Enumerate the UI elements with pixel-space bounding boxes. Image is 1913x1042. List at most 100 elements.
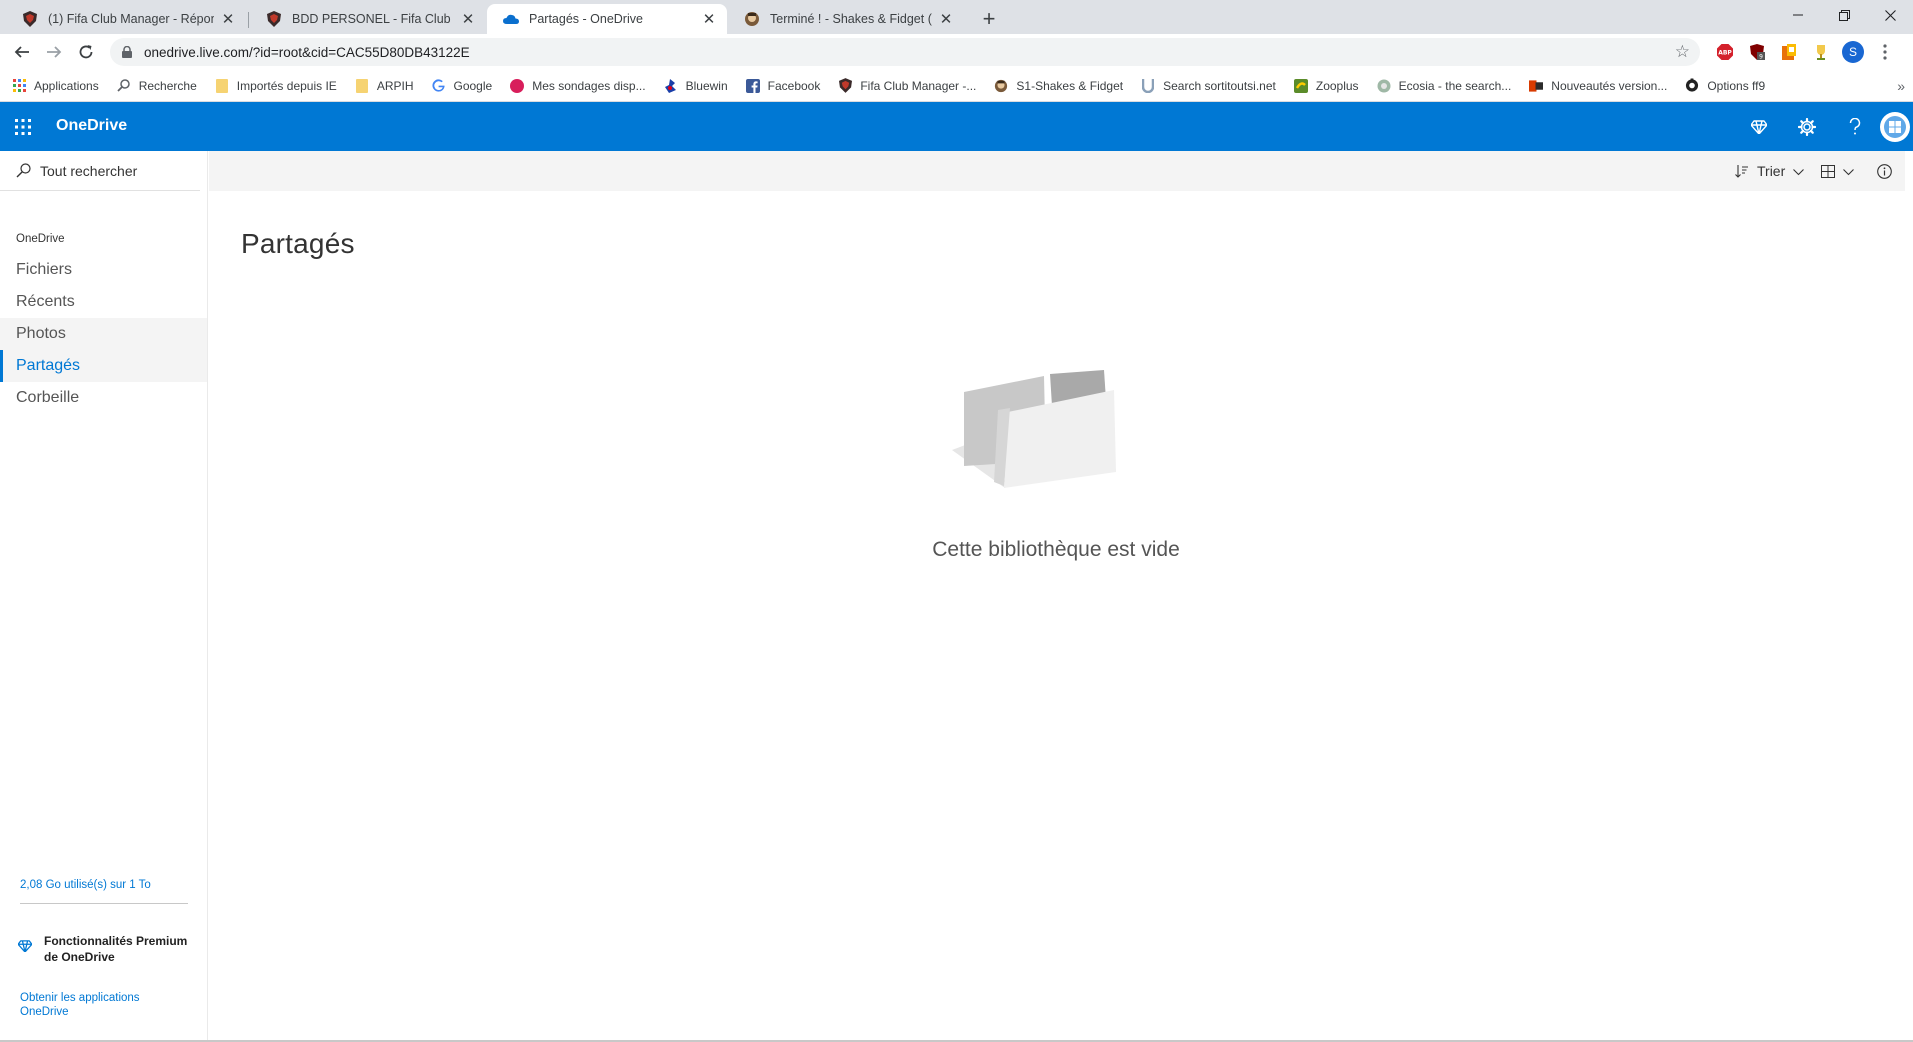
browser-menu-icon[interactable] — [1872, 39, 1898, 65]
tab-title: Partagés - OneDrive — [529, 12, 643, 26]
app-launcher-icon[interactable] — [0, 102, 46, 151]
new-tab-button[interactable]: + — [976, 6, 1002, 32]
bookmark-facebook[interactable]: Facebook — [745, 78, 821, 93]
bookmark-recherche[interactable]: Recherche — [117, 79, 197, 93]
sort-button[interactable]: Trier — [1735, 151, 1805, 191]
restore-window-button[interactable] — [1821, 0, 1867, 30]
svg-text:9: 9 — [1759, 54, 1763, 61]
close-tab-icon[interactable]: ✕ — [460, 11, 476, 28]
scrollbar-track[interactable] — [1905, 191, 1913, 1042]
adblock-icon[interactable]: ABP — [1712, 39, 1738, 65]
nav-item-partages[interactable]: Partagés — [0, 350, 207, 382]
bookmark-applications[interactable]: Applications — [12, 79, 99, 93]
bookmark-label: Applications — [34, 78, 99, 93]
survey-icon — [510, 78, 525, 93]
bookmark-sortitoutsi[interactable]: Search sortitoutsi.net — [1141, 78, 1276, 93]
bookmark-importes-ie[interactable]: Importés depuis IE — [215, 78, 337, 93]
nav-item-recents[interactable]: Récents — [0, 286, 207, 318]
search-icon — [16, 163, 32, 179]
premium-features-link[interactable]: Fonctionnalités Premium de OneDrive — [17, 933, 194, 965]
help-icon[interactable] — [1831, 102, 1879, 151]
account-avatar[interactable] — [1879, 102, 1913, 151]
bookmark-sondages[interactable]: Mes sondages disp... — [510, 78, 646, 93]
fcm-shield-icon — [22, 11, 38, 27]
google-icon — [432, 79, 446, 93]
nav-group-label: OneDrive — [16, 233, 65, 245]
apps-grid-icon — [12, 79, 26, 93]
shakes-fidget-icon — [994, 79, 1008, 93]
tab-title: Terminé ! - Shakes & Fidget (3.04 — [770, 12, 932, 26]
onedrive-brand[interactable]: OneDrive — [56, 117, 127, 135]
view-options-button[interactable] — [1821, 151, 1854, 191]
bookmark-ecosia[interactable]: Ecosia - the search... — [1377, 78, 1512, 93]
close-tab-icon[interactable]: ✕ — [220, 11, 236, 28]
nav-item-fichiers[interactable]: Fichiers — [0, 254, 207, 286]
bookmark-label: Search sortitoutsi.net — [1163, 78, 1276, 93]
bookmark-star-icon[interactable]: ☆ — [1675, 42, 1690, 62]
minimize-window-button[interactable] — [1775, 0, 1821, 30]
bookmark-label: Nouveautés version... — [1551, 78, 1668, 93]
header-actions — [1735, 102, 1913, 151]
profile-avatar[interactable]: S — [1840, 39, 1866, 65]
back-button[interactable] — [8, 38, 36, 66]
bookmark-label: Ecosia - the search... — [1398, 78, 1512, 93]
info-pane-button[interactable] — [1877, 151, 1892, 191]
folder-icon — [355, 78, 369, 93]
close-window-button[interactable] — [1867, 0, 1913, 30]
nav-item-photos[interactable]: Photos — [0, 318, 207, 350]
close-tab-icon[interactable]: ✕ — [701, 11, 717, 28]
browser-tab-shakes-fidget[interactable]: Terminé ! - Shakes & Fidget (3.04 ✕ — [728, 4, 964, 34]
bookmark-label: Mes sondages disp... — [532, 78, 646, 93]
bookmark-zooplus[interactable]: Zooplus — [1293, 78, 1359, 93]
nav-item-corbeille[interactable]: Corbeille — [0, 382, 207, 414]
premium-text: Fonctionnalités Premium de OneDrive — [44, 934, 188, 964]
svg-text:ABP: ABP — [1718, 50, 1732, 57]
bookmarks-bar: Applications Recherche Importés depuis I… — [0, 70, 1913, 102]
shakes-fidget-icon — [744, 11, 760, 27]
storage-quota-link[interactable]: 2,08 Go utilisé(s) sur 1 To — [20, 879, 188, 904]
bookmark-label: Bluewin — [685, 78, 728, 93]
address-bar[interactable]: onedrive.live.com/?id=root&cid=CAC55D80D… — [110, 38, 1700, 66]
premium-diamond-icon — [17, 939, 34, 955]
browser-tab-bdd-personel[interactable]: BDD PERSONEL - Fifa Club Mana ✕ — [250, 4, 486, 34]
settings-gear-icon[interactable] — [1783, 102, 1831, 151]
bookmark-shakes-fidget[interactable]: S1-Shakes & Fidget — [994, 79, 1123, 93]
bookmark-label: Fifa Club Manager -... — [860, 78, 977, 93]
office-icon — [1529, 79, 1544, 93]
bookmark-label: Google — [453, 78, 493, 93]
bookmark-fifa-club-manager[interactable]: Fifa Club Manager -... — [838, 78, 977, 93]
info-icon — [1877, 163, 1892, 179]
get-apps-link[interactable]: Obtenir les applications OneDrive — [20, 991, 170, 1019]
bookmark-google[interactable]: Google — [432, 78, 493, 93]
url-text: onedrive.live.com/?id=root&cid=CAC55D80D… — [144, 44, 470, 60]
bookmark-bluewin[interactable]: Bluewin — [664, 78, 728, 93]
search-placeholder: Tout rechercher — [40, 162, 138, 179]
extension-icon[interactable] — [1776, 39, 1802, 65]
bookmark-nouveautes[interactable]: Nouveautés version... — [1529, 79, 1667, 93]
onedrive-cloud-icon — [503, 11, 519, 27]
reload-button[interactable] — [72, 38, 100, 66]
bookmark-label: Recherche — [138, 78, 197, 93]
bookmark-arpih[interactable]: ARPIH — [355, 78, 414, 93]
bookmark-label: S1-Shakes & Fidget — [1016, 78, 1124, 93]
folder-icon — [215, 78, 229, 93]
tab-title: (1) Fifa Club Manager - Répondre — [48, 12, 214, 26]
grid-view-icon — [1821, 164, 1835, 178]
close-tab-icon[interactable]: ✕ — [938, 11, 954, 28]
page-title: Partagés — [241, 228, 355, 259]
ublock-icon[interactable]: 9 — [1744, 39, 1770, 65]
browser-tab-fifa-repondre[interactable]: (1) Fifa Club Manager - Répondre ✕ — [6, 4, 246, 34]
extensions-area: ABP 9 S — [1712, 38, 1898, 66]
chevron-down-icon — [1843, 163, 1854, 179]
trophy-extension-icon[interactable] — [1808, 39, 1834, 65]
forward-button[interactable] — [40, 38, 68, 66]
search-box[interactable]: Tout rechercher — [0, 151, 200, 191]
premium-diamond-icon[interactable] — [1735, 102, 1783, 151]
bookmark-options-ff9[interactable]: Options ff9 — [1685, 78, 1765, 93]
bookmark-label: Facebook — [767, 78, 821, 93]
windows-logo-icon — [1880, 111, 1910, 142]
bookmarks-overflow-icon[interactable]: » — [1897, 78, 1905, 94]
bookmark-label: Zooplus — [1315, 78, 1359, 93]
browser-tab-onedrive[interactable]: Partagés - OneDrive ✕ — [487, 4, 727, 34]
sort-label: Trier — [1757, 163, 1786, 179]
